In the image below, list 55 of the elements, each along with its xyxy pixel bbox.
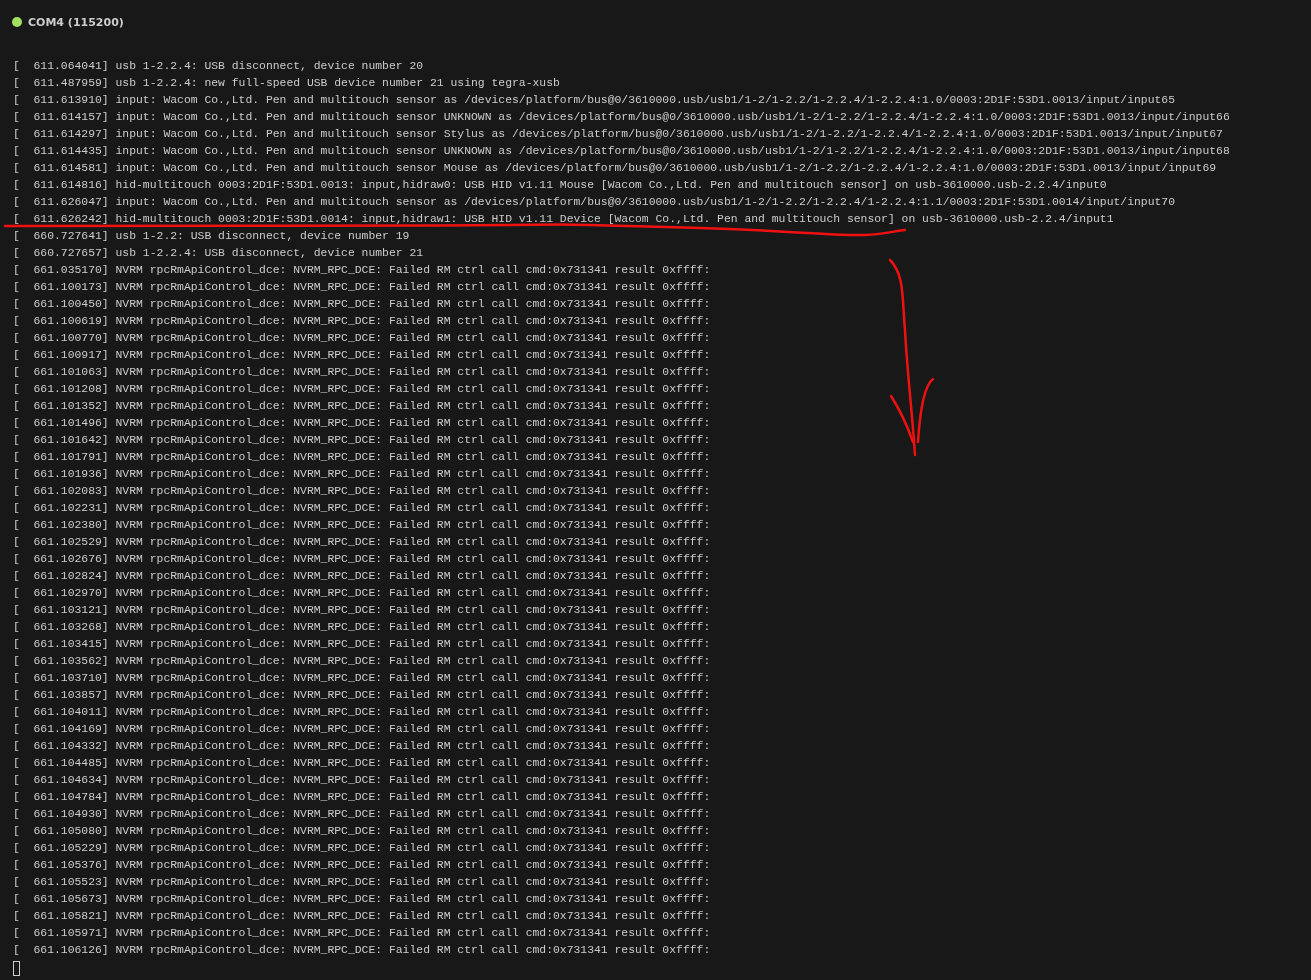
log-line: [ 661.103562] NVRM rpcRmApiControl_dce: NVRM_RPC_DCE: Failed RM ctrl call cmd:0x731341 result 0xffff: — [13, 654, 711, 668]
log-line: [ 661.103857] NVRM rpcRmApiControl_dce: NVRM_RPC_DCE: Failed RM ctrl call cmd:0x731341 result 0xffff: — [13, 688, 711, 702]
log-line: [ 660.727641] usb 1-2.2: USB disconnect, device number 19 — [13, 229, 410, 243]
log-line: [ 661.103710] NVRM rpcRmApiControl_dce: NVRM_RPC_DCE: Failed RM ctrl call cmd:0x731341 result 0xffff: — [13, 671, 711, 685]
log-line: [ 611.487959] usb 1-2.2.4: new full-speed USB device number 21 using tegra-xusb — [13, 76, 560, 90]
text-cursor — [13, 961, 20, 976]
log-line: [ 661.105971] NVRM rpcRmApiControl_dce: NVRM_RPC_DCE: Failed RM ctrl call cmd:0x731341 result 0xffff: — [13, 926, 711, 940]
log-line: [ 661.101642] NVRM rpcRmApiControl_dce: NVRM_RPC_DCE: Failed RM ctrl call cmd:0x731341 result 0xffff: — [13, 433, 711, 447]
log-line: [ 661.103415] NVRM rpcRmApiControl_dce: NVRM_RPC_DCE: Failed RM ctrl call cmd:0x731341 result 0xffff: — [13, 637, 711, 651]
log-line: [ 661.101063] NVRM rpcRmApiControl_dce: NVRM_RPC_DCE: Failed RM ctrl call cmd:0x731341 result 0xffff: — [13, 365, 711, 379]
log-line: [ 611.614297] input: Wacom Co.,Ltd. Pen and multitouch sensor Stylus as /devices/platform/bus@0/3610000.usb/usb1/1-2/1-2.2/1-2.2.4/1-2.2.4:1.0/0003:2D1F:53D1.0013/input/input67 — [13, 127, 1223, 141]
log-line: [ 611.614816] hid-multitouch 0003:2D1F:53D1.0013: input,hidraw0: USB HID v1.11 Mouse [Wacom Co.,Ltd. Pen and multitouch sensor] on usb-3610000.usb-2.2.4/input0 — [13, 178, 1107, 192]
log-line: [ 661.100173] NVRM rpcRmApiControl_dce: NVRM_RPC_DCE: Failed RM ctrl call cmd:0x731341 result 0xffff: — [13, 280, 711, 294]
log-line: [ 661.103268] NVRM rpcRmApiControl_dce: NVRM_RPC_DCE: Failed RM ctrl call cmd:0x731341 result 0xffff: — [13, 620, 711, 634]
log-line: [ 661.101352] NVRM rpcRmApiControl_dce: NVRM_RPC_DCE: Failed RM ctrl call cmd:0x731341 result 0xffff: — [13, 399, 711, 413]
log-line: [ 661.105821] NVRM rpcRmApiControl_dce: NVRM_RPC_DCE: Failed RM ctrl call cmd:0x731341 result 0xffff: — [13, 909, 711, 923]
log-line: [ 661.102529] NVRM rpcRmApiControl_dce: NVRM_RPC_DCE: Failed RM ctrl call cmd:0x731341 result 0xffff: — [13, 535, 711, 549]
port-title: COM4 (115200) — [28, 15, 124, 29]
log-line: [ 611.064041] usb 1-2.2.4: USB disconnect, device number 20 — [13, 59, 424, 73]
log-line: [ 660.727657] usb 1-2.2.4: USB disconnect, device number 21 — [13, 246, 424, 260]
log-line: [ 611.626242] hid-multitouch 0003:2D1F:53D1.0014: input,hidraw1: USB HID v1.11 Device [Wacom Co.,Ltd. Pen and multitouch sensor] on usb-3610000.usb-2.2.4/input1 — [13, 212, 1114, 226]
log-line: [ 661.104784] NVRM rpcRmApiControl_dce: NVRM_RPC_DCE: Failed RM ctrl call cmd:0x731341 result 0xffff: — [13, 790, 711, 804]
log-line: [ 661.104634] NVRM rpcRmApiControl_dce: NVRM_RPC_DCE: Failed RM ctrl call cmd:0x731341 result 0xffff: — [13, 773, 711, 787]
log-line: [ 661.100450] NVRM rpcRmApiControl_dce: NVRM_RPC_DCE: Failed RM ctrl call cmd:0x731341 result 0xffff: — [13, 297, 711, 311]
log-line: [ 661.101936] NVRM rpcRmApiControl_dce: NVRM_RPC_DCE: Failed RM ctrl call cmd:0x731341 result 0xffff: — [13, 467, 711, 481]
log-line: [ 611.626047] input: Wacom Co.,Ltd. Pen and multitouch sensor as /devices/platform/bus@0/3610000.usb/usb1/1-2/1-2.2/1-2.2.4/1-2.2.4:1.1/0003:2D1F:53D1.0014/input/input70 — [13, 195, 1176, 209]
log-line: [ 611.614435] input: Wacom Co.,Ltd. Pen and multitouch sensor UNKNOWN as /devices/platform/bus@0/3610000.usb/usb1/1-2/1-2.2/1-2.2.4/1-2.2.4:1.0/0003:2D1F:53D1.0013/input/input68 — [13, 144, 1230, 158]
log-line: [ 661.101208] NVRM rpcRmApiControl_dce: NVRM_RPC_DCE: Failed RM ctrl call cmd:0x731341 result 0xffff: — [13, 382, 711, 396]
log-line: [ 661.035170] NVRM rpcRmApiControl_dce: NVRM_RPC_DCE: Failed RM ctrl call cmd:0x731341 result 0xffff: — [13, 263, 711, 277]
log-line: [ 661.106126] NVRM rpcRmApiControl_dce: NVRM_RPC_DCE: Failed RM ctrl call cmd:0x731341 result 0xffff: — [13, 943, 711, 957]
log-line: [ 661.105376] NVRM rpcRmApiControl_dce: NVRM_RPC_DCE: Failed RM ctrl call cmd:0x731341 result 0xffff: — [13, 858, 711, 872]
log-line: [ 661.105229] NVRM rpcRmApiControl_dce: NVRM_RPC_DCE: Failed RM ctrl call cmd:0x731341 result 0xffff: — [13, 841, 711, 855]
log-line: [ 661.104485] NVRM rpcRmApiControl_dce: NVRM_RPC_DCE: Failed RM ctrl call cmd:0x731341 result 0xffff: — [13, 756, 711, 770]
log-line: [ 661.102380] NVRM rpcRmApiControl_dce: NVRM_RPC_DCE: Failed RM ctrl call cmd:0x731341 result 0xffff: — [13, 518, 711, 532]
log-line: [ 661.105523] NVRM rpcRmApiControl_dce: NVRM_RPC_DCE: Failed RM ctrl call cmd:0x731341 result 0xffff: — [13, 875, 711, 889]
log-line: [ 661.104169] NVRM rpcRmApiControl_dce: NVRM_RPC_DCE: Failed RM ctrl call cmd:0x731341 result 0xffff: — [13, 722, 711, 736]
log-line: [ 661.100619] NVRM rpcRmApiControl_dce: NVRM_RPC_DCE: Failed RM ctrl call cmd:0x731341 result 0xffff: — [13, 314, 711, 328]
log-line: [ 661.102676] NVRM rpcRmApiControl_dce: NVRM_RPC_DCE: Failed RM ctrl call cmd:0x731341 result 0xffff: — [13, 552, 711, 566]
log-line: [ 661.104332] NVRM rpcRmApiControl_dce: NVRM_RPC_DCE: Failed RM ctrl call cmd:0x731341 result 0xffff: — [13, 739, 711, 753]
log-line: [ 661.105080] NVRM rpcRmApiControl_dce: NVRM_RPC_DCE: Failed RM ctrl call cmd:0x731341 result 0xffff: — [13, 824, 711, 838]
log-line: [ 661.102231] NVRM rpcRmApiControl_dce: NVRM_RPC_DCE: Failed RM ctrl call cmd:0x731341 result 0xffff: — [13, 501, 711, 515]
log-line: [ 611.614581] input: Wacom Co.,Ltd. Pen and multitouch sensor Mouse as /devices/platform/bus@0/3610000.usb/usb1/1-2/1-2.2/1-2.2.4/1-2.2.4:1.0/0003:2D1F:53D1.0013/input/input69 — [13, 161, 1217, 175]
log-line: [ 661.100770] NVRM rpcRmApiControl_dce: NVRM_RPC_DCE: Failed RM ctrl call cmd:0x731341 result 0xffff: — [13, 331, 711, 345]
log-line: [ 661.101496] NVRM rpcRmApiControl_dce: NVRM_RPC_DCE: Failed RM ctrl call cmd:0x731341 result 0xffff: — [13, 416, 711, 430]
log-line: [ 661.102970] NVRM rpcRmApiControl_dce: NVRM_RPC_DCE: Failed RM ctrl call cmd:0x731341 result 0xffff: — [13, 586, 711, 600]
log-line: [ 661.101791] NVRM rpcRmApiControl_dce: NVRM_RPC_DCE: Failed RM ctrl call cmd:0x731341 result 0xffff: — [13, 450, 711, 464]
log-line: [ 611.613910] input: Wacom Co.,Ltd. Pen and multitouch sensor as /devices/platform/bus@0/3610000.usb/usb1/1-2/1-2.2/1-2.2.4/1-2.2.4:1.0/0003:2D1F:53D1.0013/input/input65 — [13, 93, 1176, 107]
log-line: [ 661.102824] NVRM rpcRmApiControl_dce: NVRM_RPC_DCE: Failed RM ctrl call cmd:0x731341 result 0xffff: — [13, 569, 711, 583]
log-line: [ 661.104930] NVRM rpcRmApiControl_dce: NVRM_RPC_DCE: Failed RM ctrl call cmd:0x731341 result 0xffff: — [13, 807, 711, 821]
log-line: [ 611.614157] input: Wacom Co.,Ltd. Pen and multitouch sensor UNKNOWN as /devices/platform/bus@0/3610000.usb/usb1/1-2/1-2.2/1-2.2.4/1-2.2.4:1.0/0003:2D1F:53D1.0013/input/input66 — [13, 110, 1230, 124]
log-line: [ 661.105673] NVRM rpcRmApiControl_dce: NVRM_RPC_DCE: Failed RM ctrl call cmd:0x731341 result 0xffff: — [13, 892, 711, 906]
log-line: [ 661.104011] NVRM rpcRmApiControl_dce: NVRM_RPC_DCE: Failed RM ctrl call cmd:0x731341 result 0xffff: — [13, 705, 711, 719]
log-line: [ 661.100917] NVRM rpcRmApiControl_dce: NVRM_RPC_DCE: Failed RM ctrl call cmd:0x731341 result 0xffff: — [13, 348, 711, 362]
log-line: [ 661.102083] NVRM rpcRmApiControl_dce: NVRM_RPC_DCE: Failed RM ctrl call cmd:0x731341 result 0xffff: — [13, 484, 711, 498]
log-line: [ 661.103121] NVRM rpcRmApiControl_dce: NVRM_RPC_DCE: Failed RM ctrl call cmd:0x731341 result 0xffff: — [13, 603, 711, 617]
